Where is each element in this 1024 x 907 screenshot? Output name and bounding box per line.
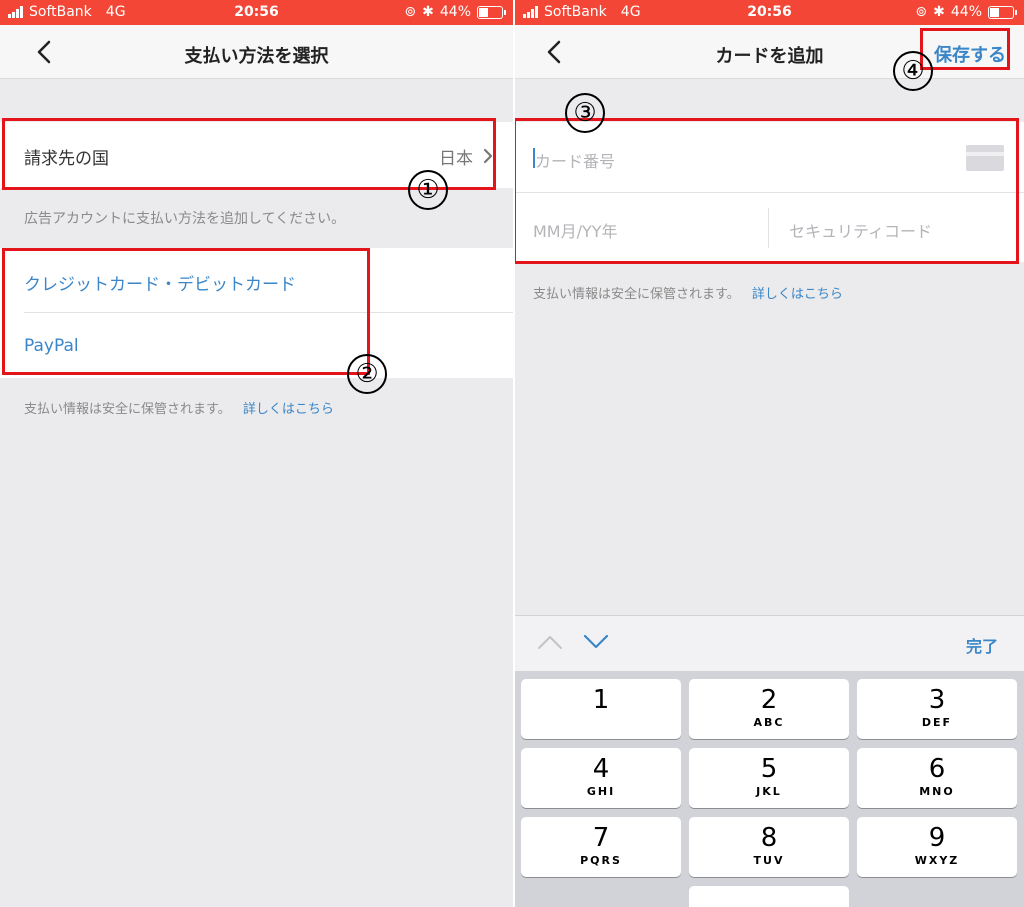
battery-icon	[477, 5, 506, 19]
keyboard-accessory-bar: 完了	[515, 615, 1024, 671]
secure-note-text: 支払い情報は安全に保管されます。	[24, 402, 231, 417]
annotation-4: ④	[893, 51, 933, 91]
page-title: 支払い方法を選択	[184, 46, 329, 67]
bluetooth-icon: ✱	[422, 4, 434, 20]
key-5[interactable]: 5 JKL	[689, 748, 849, 808]
alarm-icon: ⊚	[404, 4, 417, 20]
key-6[interactable]: 6 MNO	[857, 748, 1017, 808]
done-button[interactable]: 完了	[966, 633, 998, 657]
key-4[interactable]: 4 GHI	[521, 748, 681, 808]
highlight-box-3	[515, 118, 1019, 264]
key-3[interactable]: 3 DEF	[857, 679, 1017, 739]
chevron-down-icon[interactable]	[583, 634, 609, 650]
battery-percent: 44%	[950, 4, 982, 20]
key-8[interactable]: 8 TUV	[689, 817, 849, 877]
secure-note: 支払い情報は安全に保管されます。 詳しくはこちら	[533, 283, 843, 302]
add-card-screen: SoftBank 4G 20:56 ⊚ ✱ 44% カードを追加 保存する カー…	[515, 0, 1024, 907]
annotation-3: ③	[565, 93, 605, 133]
learn-more-link[interactable]: 詳しくはこちら	[243, 402, 334, 417]
payment-method-screen: SoftBank 4G 20:56 ⊚ ✱ 44% 支払い方法を選択 請求先の国…	[0, 0, 513, 907]
battery-percent: 44%	[439, 4, 471, 20]
learn-more-link[interactable]: 詳しくはこちら	[752, 287, 843, 302]
secure-note: 支払い情報は安全に保管されます。 詳しくはこちら	[24, 398, 334, 417]
instruction-text: 広告アカウントに支払い方法を追加してください。	[24, 211, 346, 227]
key-2[interactable]: 2 ABC	[689, 679, 849, 739]
key-9[interactable]: 9 WXYZ	[857, 817, 1017, 877]
annotation-1: ①	[408, 170, 448, 210]
numeric-keypad: 1 2 ABC 3 DEF 4 GHI 5 JKL 6 MNO 7 PQRS 8 TUV 9W…	[515, 671, 1024, 907]
key-0-partial[interactable]	[689, 886, 849, 907]
chevron-up-icon[interactable]	[537, 634, 563, 650]
secure-note-text: 支払い情報は安全に保管されます。	[533, 287, 740, 302]
highlight-box-2	[2, 248, 370, 375]
key-7[interactable]: 7 PQRS	[521, 817, 681, 877]
alarm-icon: ⊚	[915, 4, 928, 20]
highlight-box-4	[920, 28, 1010, 70]
key-1[interactable]: 1	[521, 679, 681, 739]
status-bar: SoftBank 4G 20:56 ⊚ ✱ 44%	[0, 0, 513, 25]
bluetooth-icon: ✱	[933, 4, 945, 20]
status-bar: SoftBank 4G 20:56 ⊚ ✱ 44%	[515, 0, 1024, 25]
nav-bar: 支払い方法を選択	[0, 25, 513, 79]
battery-icon	[988, 5, 1017, 19]
annotation-2: ②	[347, 354, 387, 394]
